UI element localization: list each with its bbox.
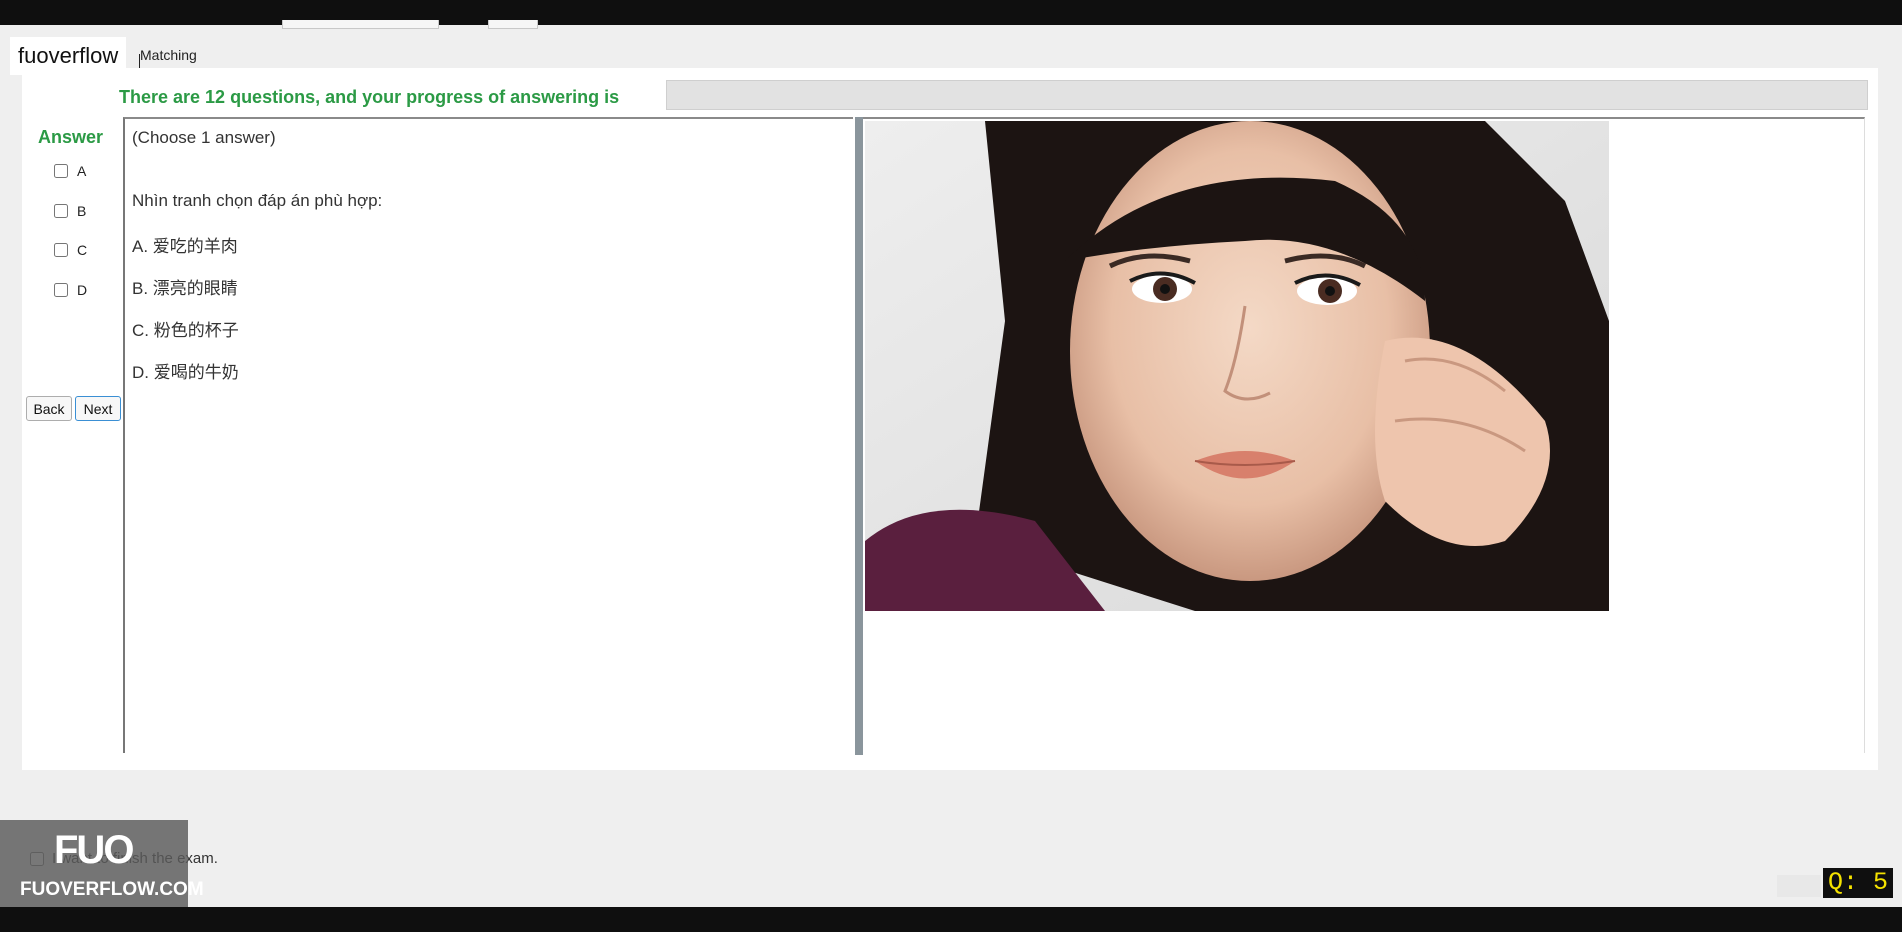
image-pane	[863, 117, 1865, 753]
next-button[interactable]: Next	[75, 396, 121, 421]
bottom-letterbox	[0, 907, 1902, 932]
answer-option-label: D	[77, 282, 88, 298]
question-choice-a: A. 爱吃的羊肉	[132, 237, 238, 256]
answer-option-c[interactable]: C	[54, 242, 87, 258]
answer-checkbox-a[interactable]	[54, 164, 68, 178]
question-choice-c: C. 粉色的杯子	[132, 321, 239, 340]
answer-title: Answer	[38, 127, 104, 147]
question-text: Nhìn tranh chọn đáp án phù hợp:	[132, 191, 383, 210]
answer-option-label: A	[77, 163, 87, 179]
answer-option-a[interactable]: A	[54, 163, 86, 179]
portrait-photo	[865, 121, 1609, 611]
answer-option-d[interactable]: D	[54, 282, 87, 298]
answer-checkbox-b[interactable]	[54, 204, 68, 218]
watermark-text: FUOVERFLOW.COM	[20, 879, 204, 900]
top-input-remnant	[282, 20, 439, 29]
question-counter: Q: 5	[1823, 868, 1894, 898]
question-choice-d: D. 爱喝的牛奶	[132, 363, 239, 382]
top-title-remnant	[668, 4, 816, 30]
tab-matching[interactable]: Matching	[140, 47, 197, 63]
counter-remnant	[1777, 875, 1821, 897]
answer-checkbox-d[interactable]	[54, 283, 68, 297]
answer-option-label: C	[77, 242, 88, 258]
top-box-remnant	[488, 20, 538, 29]
progress-label: There are 12 questions, and your progres…	[119, 87, 620, 107]
back-button[interactable]: Back	[26, 396, 72, 421]
progress-bar	[666, 80, 1868, 110]
question-hint: (Choose 1 answer)	[132, 128, 276, 147]
watermark-mark: FUO	[54, 828, 134, 872]
question-pane: (Choose 1 answer) Nhìn tranh chọn đáp án…	[123, 117, 853, 753]
answer-option-label: B	[77, 203, 87, 219]
answer-checkbox-c[interactable]	[54, 243, 68, 257]
pane-splitter[interactable]	[855, 117, 863, 755]
answer-option-b[interactable]: B	[54, 203, 86, 219]
question-choice-b: B. 漂亮的眼睛	[132, 279, 238, 298]
